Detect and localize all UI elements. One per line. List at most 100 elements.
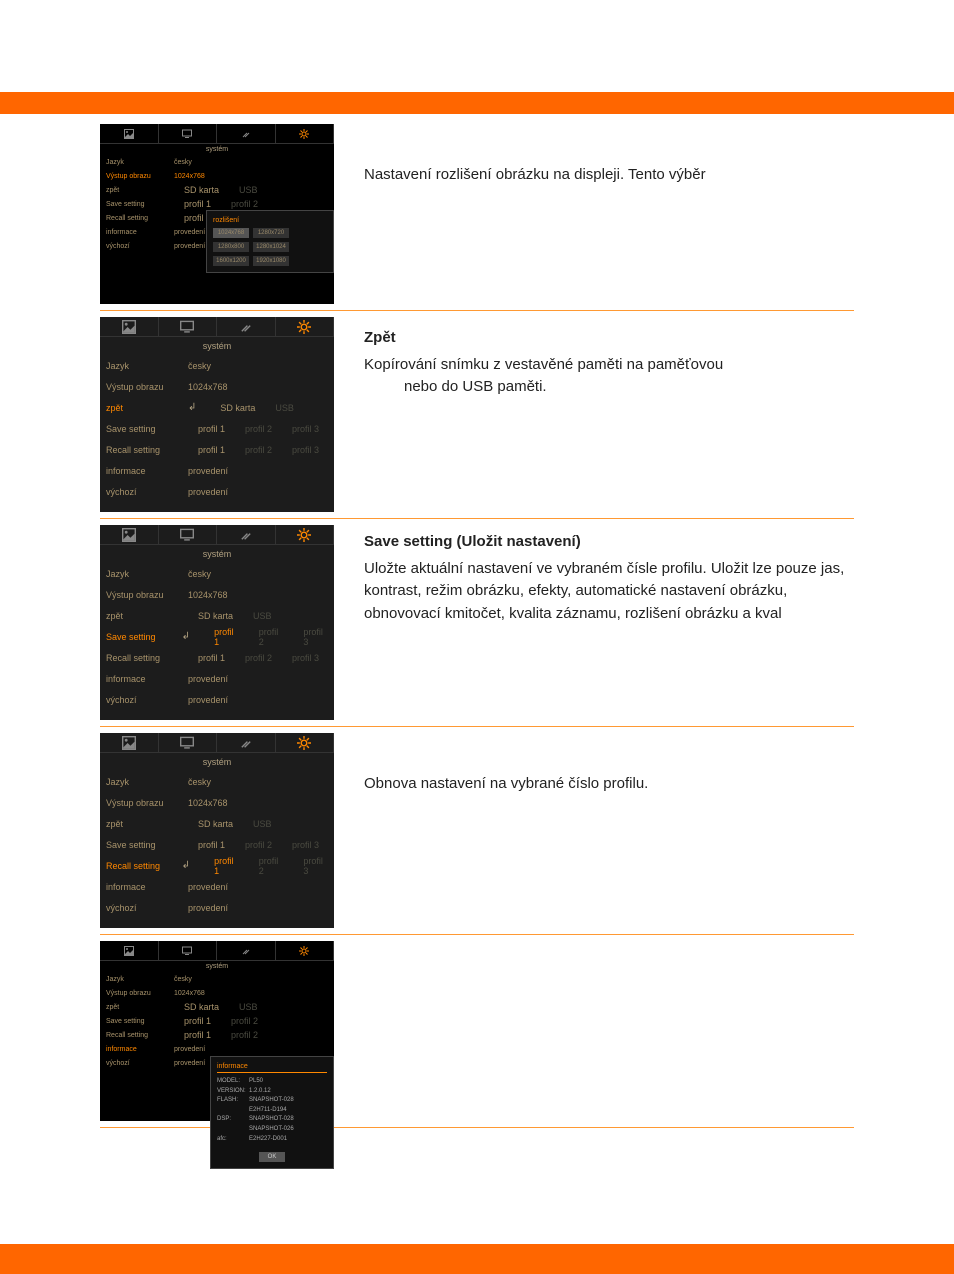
settings-panel: systém Jazykčesky Výstup obrazu1024x768 …: [100, 525, 334, 720]
ok-button[interactable]: OK: [259, 1152, 285, 1162]
row-opt[interactable]: profil 1: [198, 653, 225, 663]
row-opt[interactable]: profil 3: [292, 424, 319, 434]
section-description: Zpět Kopírování snímku z vestavěné pamět…: [334, 317, 854, 512]
res-option[interactable]: 1280x720: [253, 228, 289, 238]
res-option[interactable]: 1600x1200: [213, 256, 249, 266]
row-opt[interactable]: SD karta: [220, 403, 255, 413]
orange-footer-bar: [0, 1244, 954, 1274]
section-description: Obnova nastavení na vybrané číslo profil…: [334, 733, 854, 928]
tab-settings[interactable]: [276, 941, 335, 960]
tab-settings[interactable]: [276, 733, 335, 752]
row-opt[interactable]: profil 1: [214, 856, 239, 876]
row-opt[interactable]: profil 3: [303, 627, 328, 647]
info-val: E2H711-D194: [249, 1106, 287, 1116]
row-opt[interactable]: SD karta: [184, 1002, 219, 1012]
row-opt[interactable]: profil 1: [198, 424, 225, 434]
popup-title: informace: [217, 1063, 327, 1073]
row-opt[interactable]: USB: [253, 611, 272, 621]
tab-image[interactable]: [100, 525, 159, 544]
info-val: PL50: [249, 1077, 263, 1087]
row-opt[interactable]: profil 1: [184, 1030, 211, 1040]
tab-bar: [100, 317, 334, 337]
row-opt[interactable]: profil 3: [292, 840, 319, 850]
tab-settings[interactable]: [276, 317, 335, 336]
row-label: zpět: [106, 819, 178, 829]
tab-bar: [100, 733, 334, 753]
row-opt[interactable]: profil 1: [184, 1016, 211, 1026]
info-key: MODEL:: [217, 1077, 249, 1087]
section-description: Nastavení rozlišení obrázku na displeji.…: [334, 124, 854, 304]
tab-tools[interactable]: [217, 124, 276, 143]
res-option[interactable]: 1920x1080: [253, 256, 289, 266]
row-opt[interactable]: SD karta: [184, 185, 219, 195]
row-value: provedení: [174, 229, 205, 236]
tab-settings[interactable]: [276, 525, 335, 544]
res-option[interactable]: 1024x768: [213, 228, 249, 238]
row-opt[interactable]: USB: [275, 403, 294, 413]
tab-image[interactable]: [100, 317, 159, 336]
tab-display[interactable]: [159, 317, 218, 336]
panel-title: systém: [100, 961, 334, 972]
res-option[interactable]: 1280x800: [213, 242, 249, 252]
row-opt[interactable]: profil 1: [198, 840, 225, 850]
row-opt[interactable]: SD karta: [198, 819, 233, 829]
tab-tools[interactable]: [217, 317, 276, 336]
tab-display[interactable]: [159, 124, 218, 143]
settings-panel: systém Jazykčesky Výstup obrazu1024x768 …: [100, 941, 334, 1121]
row-opt[interactable]: profil 3: [303, 856, 328, 876]
row-label: zpět: [106, 187, 164, 194]
row-opt[interactable]: profil 2: [259, 856, 284, 876]
tab-image[interactable]: [100, 733, 159, 752]
row-label: informace: [106, 1046, 164, 1053]
tab-tools[interactable]: [217, 733, 276, 752]
row-opt[interactable]: profil 1: [184, 199, 211, 209]
info-val: SNAPSHOT-026: [249, 1125, 294, 1135]
content: systém Jazykčesky Výstup obrazu1024x768 …: [0, 114, 954, 1174]
row-opt[interactable]: profil 3: [292, 653, 319, 663]
row-opt[interactable]: profil 2: [245, 653, 272, 663]
row-opt[interactable]: profil 2: [259, 627, 284, 647]
tab-tools[interactable]: [217, 525, 276, 544]
info-key: afc:: [217, 1135, 249, 1145]
row-label: informace: [106, 882, 178, 892]
row-label: výchozí: [106, 243, 164, 250]
row-opt[interactable]: USB: [239, 185, 258, 195]
row-opt[interactable]: USB: [239, 1002, 258, 1012]
tab-bar: [100, 941, 334, 961]
row-value: česky: [174, 976, 192, 983]
row-opt[interactable]: profil 2: [231, 1030, 258, 1040]
desc-body-line2: nebo do USB paměti.: [364, 376, 854, 399]
info-key: FLASH:: [217, 1096, 249, 1106]
tab-tools[interactable]: [217, 941, 276, 960]
row-label: Výstup obrazu: [106, 590, 178, 600]
row-opt[interactable]: profil 3: [292, 445, 319, 455]
settings-panel: systém Jazykčesky Výstup obrazu1024x768 …: [100, 733, 334, 928]
info-val: 1.2.0.12: [249, 1087, 271, 1097]
row-opt[interactable]: profil 2: [245, 840, 272, 850]
res-option[interactable]: 1280x1024: [253, 242, 289, 252]
row-label: výchozí: [106, 1060, 164, 1067]
row-label: výchozí: [106, 903, 178, 913]
tab-bar: [100, 124, 334, 144]
row-opt[interactable]: profil 2: [231, 1016, 258, 1026]
panel-title: systém: [100, 337, 334, 355]
row-opt[interactable]: profil 2: [245, 445, 272, 455]
tab-image[interactable]: [100, 941, 159, 960]
row-opt[interactable]: profil 1: [214, 627, 239, 647]
row-opt[interactable]: profil 2: [245, 424, 272, 434]
tab-display[interactable]: [159, 941, 218, 960]
tab-display[interactable]: [159, 525, 218, 544]
row-opt[interactable]: profil 1: [198, 445, 225, 455]
section-row: systém Jazykčesky Výstup obrazu1024x768 …: [100, 941, 854, 1128]
row-label: Recall setting: [106, 653, 178, 663]
row-opt[interactable]: USB: [253, 819, 272, 829]
section-description: [334, 941, 854, 1121]
row-opt[interactable]: profil 2: [231, 199, 258, 209]
tab-image[interactable]: [100, 124, 159, 143]
row-opt[interactable]: SD karta: [198, 611, 233, 621]
tab-settings[interactable]: [276, 124, 335, 143]
tab-display[interactable]: [159, 733, 218, 752]
row-value: provedení: [188, 466, 228, 476]
info-key: [217, 1125, 249, 1135]
row-label: informace: [106, 674, 178, 684]
